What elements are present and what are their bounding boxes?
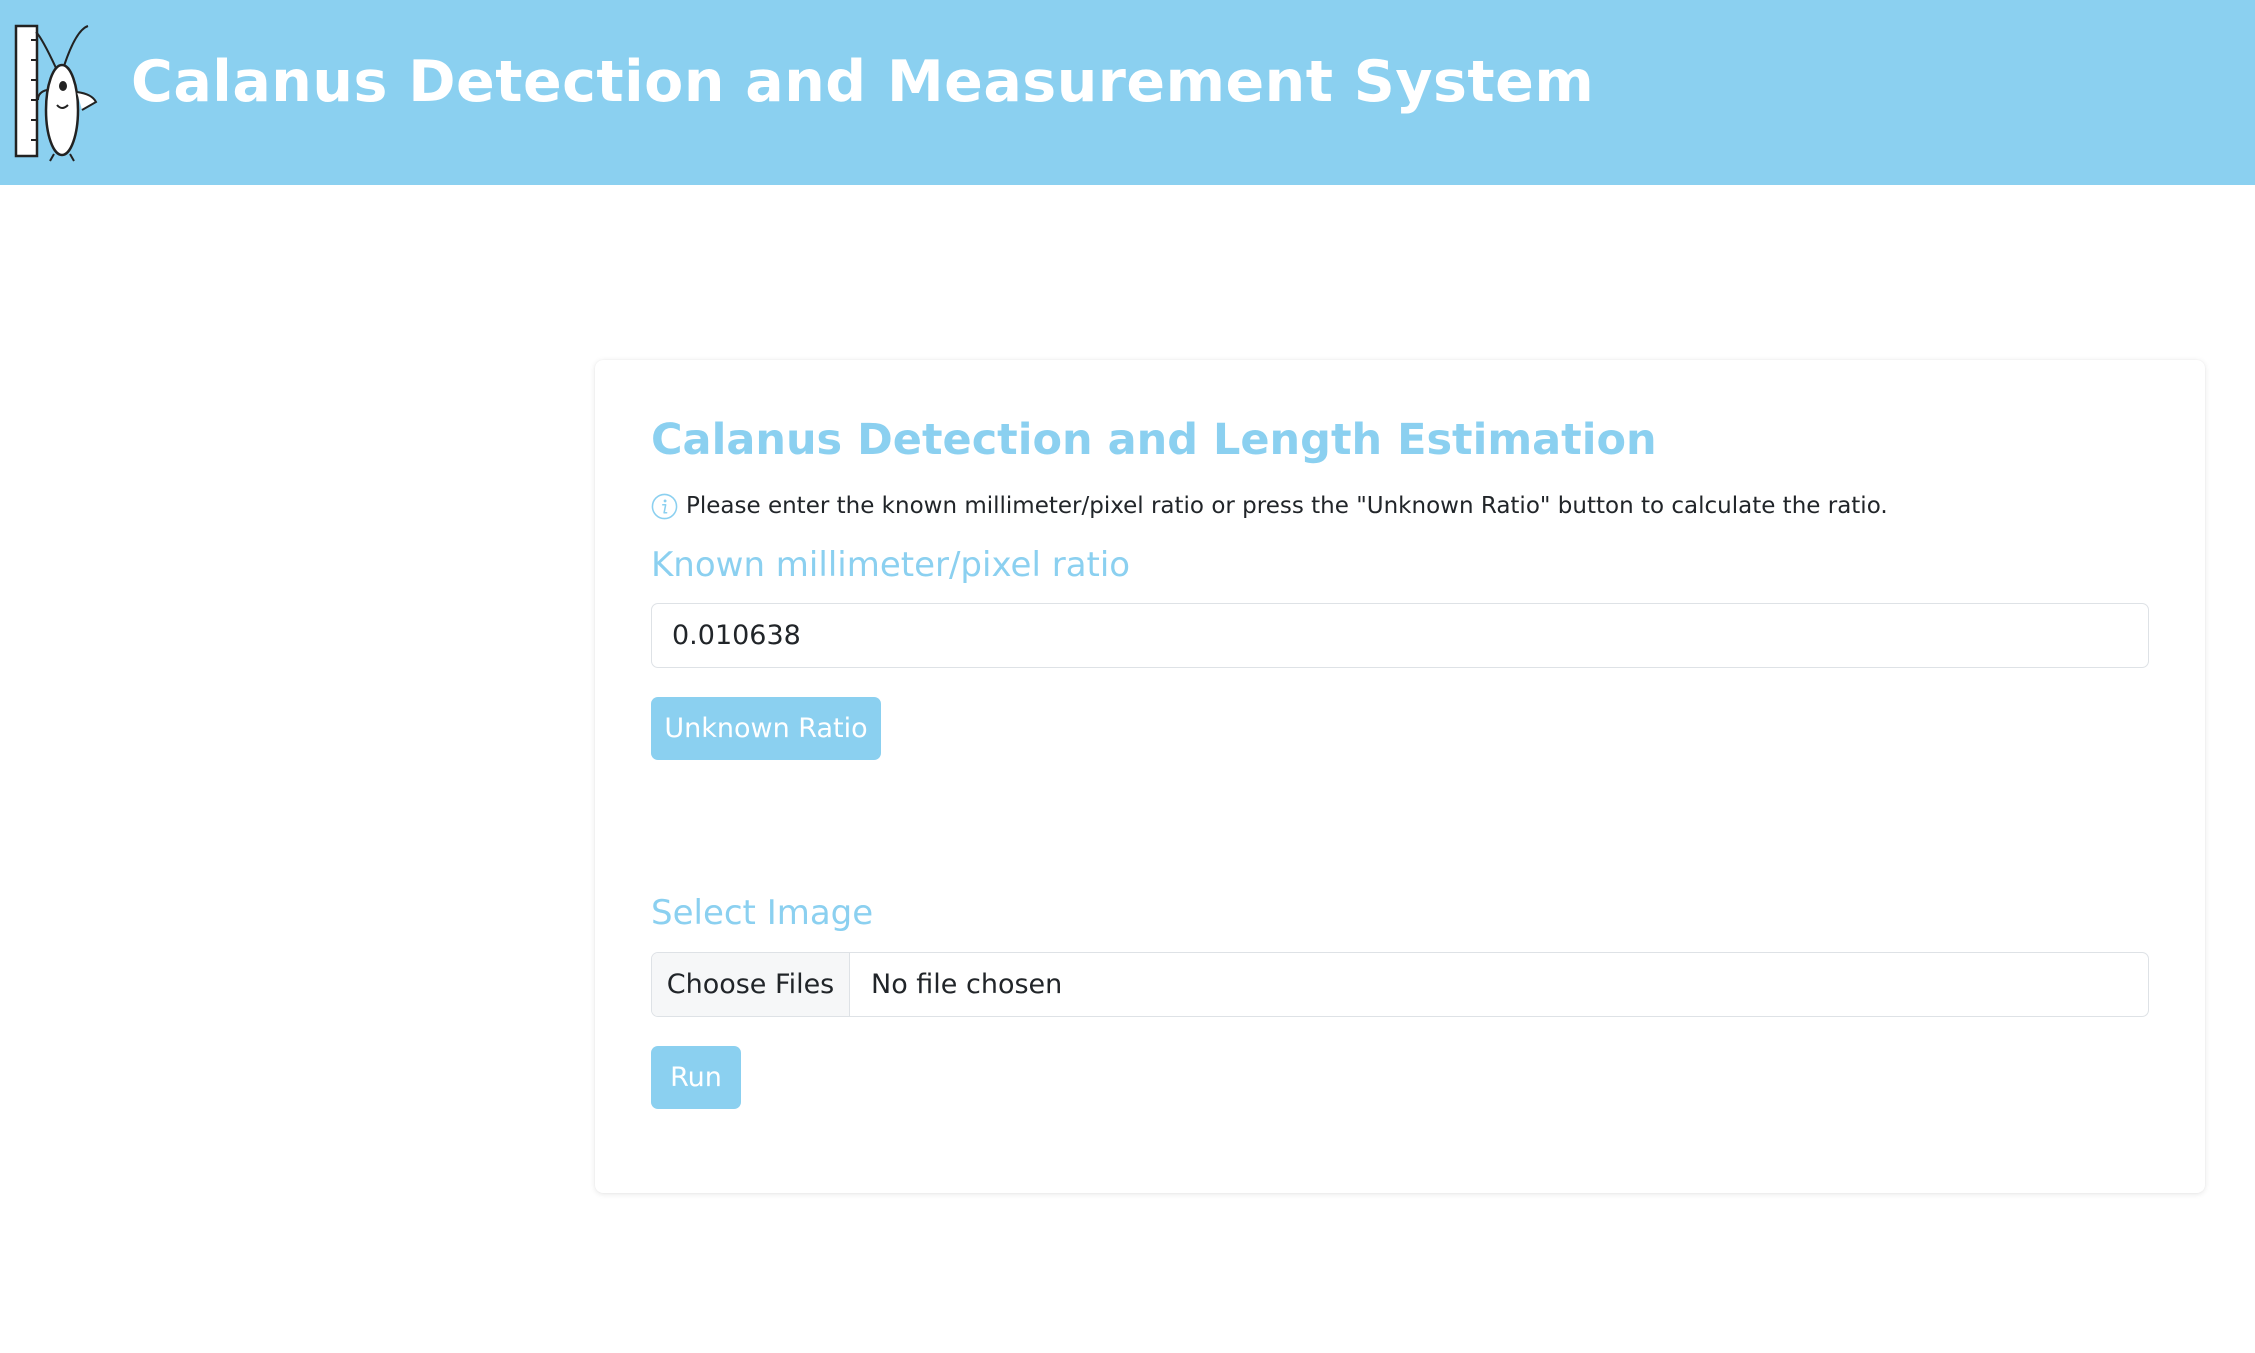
ratio-label: Known millimeter/pixel ratio bbox=[651, 545, 1131, 585]
image-file-input[interactable]: Choose Files No file chosen bbox=[651, 952, 2149, 1017]
ratio-input[interactable] bbox=[651, 603, 2149, 668]
card-title: Calanus Detection and Length Estimation bbox=[651, 415, 1657, 465]
select-image-label: Select Image bbox=[651, 893, 874, 933]
file-status-text: No file chosen bbox=[871, 969, 1063, 1000]
info-circle-icon bbox=[651, 493, 678, 519]
info-message: Please enter the known millimeter/pixel … bbox=[651, 488, 1888, 524]
run-button[interactable]: Run bbox=[651, 1046, 741, 1109]
info-text: Please enter the known millimeter/pixel … bbox=[686, 493, 1888, 519]
choose-files-button[interactable]: Choose Files bbox=[652, 953, 850, 1016]
calanus-ruler-logo-icon bbox=[14, 24, 98, 162]
app-header: Calanus Detection and Measurement System bbox=[0, 0, 2255, 185]
unknown-ratio-button[interactable]: Unknown Ratio bbox=[651, 697, 881, 760]
calanus-form-card: Calanus Detection and Length Estimation … bbox=[595, 360, 2205, 1193]
app-title: Calanus Detection and Measurement System bbox=[131, 49, 1595, 115]
